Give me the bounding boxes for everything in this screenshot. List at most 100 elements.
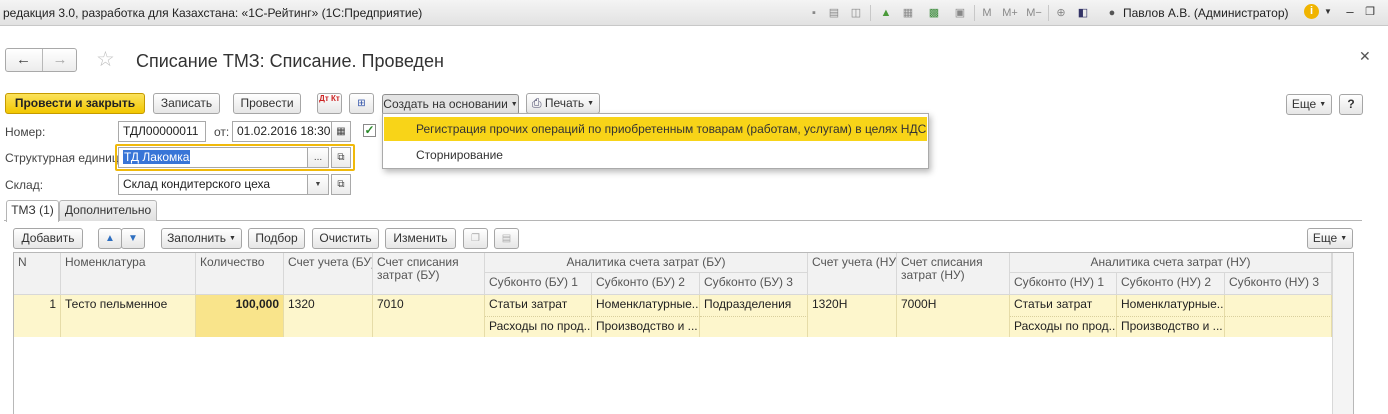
select-unit-button[interactable]: ...	[307, 147, 329, 168]
header-subconto-bu-3[interactable]: Субконто (БУ) 3	[700, 273, 808, 295]
tab-additional[interactable]: Дополнительно	[59, 200, 157, 221]
posted-checkbox[interactable]: ✓	[363, 124, 376, 137]
memory-minus-button[interactable]: M−	[1024, 5, 1044, 21]
header-subconto-bu-2[interactable]: Субконто (БУ) 2	[592, 273, 700, 295]
header-item[interactable]: Номенклатура	[61, 253, 196, 295]
tab-tmz[interactable]: ТМЗ (1)	[6, 200, 59, 222]
document-icon[interactable]: ▦	[900, 5, 916, 21]
menu-item-vat-registration[interactable]: Регистрация прочих операций по приобрете…	[384, 117, 927, 141]
calendar-icon[interactable]: ▣	[952, 5, 968, 21]
warehouse-field[interactable]: Склад кондитерского цеха	[118, 174, 308, 195]
header-subconto-nu-2[interactable]: Субконто (НУ) 2	[1117, 273, 1225, 295]
create-based-on-label: Создать на основании	[383, 97, 508, 111]
user-icon: ●	[1108, 7, 1116, 19]
cell-subconto-bu-2-value[interactable]: Производство и ...	[592, 316, 700, 337]
cell-subconto-nu-1-value[interactable]: Расходы по прод...	[1010, 316, 1117, 337]
cell-subconto-nu-3-value[interactable]	[1225, 316, 1332, 337]
navigation-group: ← →	[5, 48, 77, 72]
cell-subconto-nu-2-value[interactable]: Производство и ...	[1117, 316, 1225, 337]
post-and-close-button[interactable]: Провести и закрыть	[5, 93, 145, 114]
memory-m-button[interactable]: M	[980, 5, 994, 21]
cell-subconto-bu-1[interactable]: Статьи затрат	[485, 295, 592, 316]
minimize-button[interactable]: –	[1342, 4, 1358, 20]
move-down-icon[interactable]: ▼	[121, 228, 145, 249]
preview-icon[interactable]: ◫	[848, 5, 864, 21]
pick-button[interactable]: Подбор	[248, 228, 305, 249]
dropdown-arrow-icon: ▼	[510, 101, 518, 108]
favorite-star-icon[interactable]: ☆	[96, 47, 115, 72]
create-based-on-button[interactable]: Создать на основании ▼	[382, 94, 519, 115]
cell-account-nu[interactable]: 1320Н	[808, 295, 897, 337]
warehouse-dropdown-icon[interactable]: ▼	[307, 174, 329, 195]
printer-icon: ⎙	[531, 96, 545, 110]
header-subconto-nu-3[interactable]: Субконто (НУ) 3	[1225, 273, 1332, 295]
more-button[interactable]: Еще ▼	[1286, 94, 1332, 115]
current-user[interactable]: Павлов А.В. (Администратор)	[1123, 6, 1289, 20]
header-subconto-bu-1[interactable]: Субконто (БУ) 1	[485, 273, 592, 295]
dt-kt-icon[interactable]: Дт Кт	[317, 93, 342, 114]
dropdown-arrow-icon: ▼	[228, 235, 236, 242]
header-subconto-nu-1[interactable]: Субконто (НУ) 1	[1010, 273, 1117, 295]
header-writeoff-account-bu[interactable]: Счет списания затрат (БУ)	[373, 253, 485, 295]
zoom-icon[interactable]: ⊕	[1053, 5, 1069, 21]
cell-writeoff-account-nu[interactable]: 7000Н	[897, 295, 1010, 337]
header-n[interactable]: N	[14, 253, 61, 295]
window-titlebar: редакция 3.0, разработка для Казахстана:…	[0, 0, 1388, 26]
toolbar-separator	[1048, 5, 1049, 21]
clear-button[interactable]: Очистить	[312, 228, 379, 249]
close-form-icon[interactable]: ✕	[1359, 48, 1371, 65]
header-analytics-nu: Аналитика счета затрат (НУ)	[1010, 253, 1332, 273]
cell-subconto-nu-2[interactable]: Номенклатурные...	[1117, 295, 1225, 316]
restore-button[interactable]: ❐	[1362, 4, 1378, 20]
cell-item[interactable]: Тесто пельменное	[61, 295, 196, 337]
open-warehouse-icon[interactable]: ⧉	[331, 174, 351, 195]
calculator-icon[interactable]: ▩	[926, 5, 942, 21]
back-button[interactable]: ←	[6, 49, 41, 71]
help-button[interactable]: ?	[1339, 94, 1363, 115]
toolbar-separator	[870, 5, 871, 21]
paste-icon[interactable]: ▤	[494, 228, 519, 249]
print-button[interactable]: ⎙ Печать ▼	[526, 93, 600, 114]
header-writeoff-account-nu[interactable]: Счет списания затрат (НУ)	[897, 253, 1010, 295]
save-button[interactable]: Записать	[153, 93, 220, 114]
cell-subconto-nu-1[interactable]: Статьи затрат	[1010, 295, 1117, 316]
page-title: Списание ТМЗ: Списание. Проведен	[136, 51, 444, 71]
cell-subconto-bu-3[interactable]: Подразделения	[700, 295, 808, 316]
toolbar-separator	[974, 5, 975, 21]
date-field[interactable]: 01.02.2016 18:30:0	[232, 121, 332, 142]
cell-n[interactable]: 1	[14, 295, 61, 337]
info-icon[interactable]: i	[1304, 4, 1319, 19]
memory-plus-button[interactable]: M+	[1000, 5, 1020, 21]
save-icon[interactable]: ▪	[806, 5, 822, 21]
open-unit-icon[interactable]: ⧉	[331, 147, 351, 168]
panels-icon[interactable]: ◧	[1075, 5, 1091, 21]
header-account-nu[interactable]: Счет учета (НУ)	[808, 253, 897, 295]
chevron-down-icon[interactable]: ▼	[1320, 4, 1336, 20]
upload-icon[interactable]: ▲	[878, 5, 894, 21]
fill-button[interactable]: Заполнить ▼	[161, 228, 242, 249]
cell-subconto-bu-3-value[interactable]	[700, 316, 808, 337]
cell-subconto-bu-1-value[interactable]: Расходы по прод...	[485, 316, 592, 337]
cell-account-bu[interactable]: 1320	[284, 295, 373, 337]
cell-subconto-nu-3[interactable]	[1225, 295, 1332, 316]
change-button[interactable]: Изменить	[385, 228, 456, 249]
cell-subconto-bu-2[interactable]: Номенклатурные...	[592, 295, 700, 316]
structure-icon[interactable]: ⊞	[349, 93, 374, 114]
menu-item-reversal[interactable]: Сторнирование	[384, 143, 927, 167]
cell-quantity[interactable]: 100,000	[196, 295, 284, 337]
header-account-bu[interactable]: Счет учета (БУ)	[284, 253, 373, 295]
structural-unit-field[interactable]: ТД Лакомка	[118, 147, 308, 168]
date-from-label: от:	[214, 125, 230, 139]
add-row-button[interactable]: Добавить	[13, 228, 83, 249]
forward-button[interactable]: →	[42, 49, 77, 71]
cell-writeoff-account-bu[interactable]: 7010	[373, 295, 485, 337]
header-quantity[interactable]: Количество	[196, 253, 284, 295]
table-vertical-scrollbar[interactable]	[1332, 253, 1353, 414]
calendar-picker-icon[interactable]: ▦	[331, 121, 351, 142]
table-more-button[interactable]: Еще ▼	[1307, 228, 1353, 249]
print-icon[interactable]: ▤	[826, 5, 842, 21]
move-up-icon[interactable]: ▲	[98, 228, 122, 249]
post-button[interactable]: Провести	[233, 93, 301, 114]
copy-icon[interactable]: ❐	[463, 228, 488, 249]
number-field[interactable]: ТДЛ00000011	[118, 121, 206, 142]
